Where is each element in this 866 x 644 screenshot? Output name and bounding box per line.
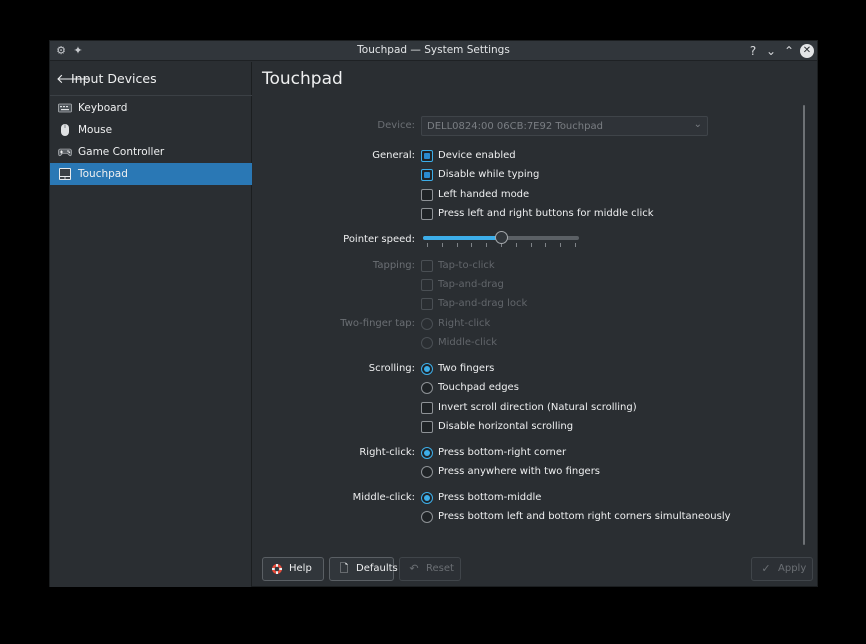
sidebar-item-label: Touchpad xyxy=(78,168,128,180)
scrolling-label: Scrolling: xyxy=(368,363,415,374)
middle-click-label: Middle-click: xyxy=(352,492,415,503)
pointer-speed-label: Pointer speed: xyxy=(343,234,415,245)
help-button-label: Help xyxy=(289,563,312,574)
device-label: Device: xyxy=(377,120,415,131)
option-label: Device enabled xyxy=(438,150,516,161)
checkmark-icon: ✓ xyxy=(761,562,771,575)
checkbox-box[interactable] xyxy=(421,189,433,201)
sidebar-item-label: Keyboard xyxy=(78,102,128,114)
slider-tick xyxy=(575,243,576,247)
slider-tick xyxy=(530,243,532,247)
slider-thumb[interactable] xyxy=(494,231,508,244)
sidebar-item-label: Mouse xyxy=(78,124,113,136)
defaults-button[interactable]: 🗋 Defaults xyxy=(329,557,398,581)
option-label: Press bottom-right corner xyxy=(438,447,567,458)
help-button[interactable]: Help xyxy=(262,557,324,581)
option-label: Touchpad edges xyxy=(438,382,519,393)
mouse-icon xyxy=(61,124,69,136)
checkbox-box[interactable] xyxy=(421,402,433,414)
radio-circle[interactable] xyxy=(421,511,433,523)
option-label: Two fingers xyxy=(438,363,495,374)
slider-tick xyxy=(515,243,517,247)
option-label: Press left and right buttons for middle … xyxy=(438,208,654,219)
chevron-down-icon: ⌄ xyxy=(693,119,702,130)
device-select-value: DELL0824:00 06CB:7E92 Touchpad xyxy=(427,121,603,132)
sidebar-item-keyboard[interactable]: Keyboard xyxy=(50,97,252,119)
option-label: Press anywhere with two fingers xyxy=(438,466,601,477)
radio-circle[interactable] xyxy=(421,337,433,349)
sidebar-header: 🡐 Input Devices xyxy=(50,62,252,96)
defaults-button-label: Defaults xyxy=(356,563,398,574)
radio-circle[interactable] xyxy=(421,492,433,504)
radio-circle[interactable] xyxy=(421,363,433,375)
scrollbar[interactable] xyxy=(803,105,805,545)
slider-tick xyxy=(545,243,547,247)
checkbox-box[interactable] xyxy=(421,169,433,181)
settings-window: ⚙ ✦ Touchpad — System Settings ? ⌄ ⌃ ✕ 🡐… xyxy=(49,40,818,587)
slider-tick xyxy=(471,243,473,247)
maximize-icon[interactable]: ⌃ xyxy=(782,44,796,58)
radio-circle[interactable] xyxy=(421,447,433,459)
option-label: Press bottom-middle xyxy=(438,492,542,503)
undo-icon: ↶ xyxy=(409,562,419,575)
page-title: Touchpad xyxy=(262,69,343,89)
option-label: Middle-click xyxy=(438,337,497,348)
option-label: Disable horizontal scrolling xyxy=(438,421,574,432)
sidebar-item-mouse[interactable]: Mouse xyxy=(50,119,252,141)
sidebar-item-touchpad[interactable]: Touchpad xyxy=(50,163,252,185)
option-label: Left handed mode xyxy=(438,189,530,200)
radio-circle[interactable] xyxy=(421,466,433,478)
radio-circle[interactable] xyxy=(421,382,433,394)
option-label: Right-click xyxy=(438,318,491,329)
main-content: Touchpad Device: DELL0824:00 06CB:7E92 T… xyxy=(253,62,818,587)
reset-button[interactable]: ↶ Reset xyxy=(399,557,461,581)
sidebar-item-label: Game Controller xyxy=(78,146,165,158)
option-label: Tap-and-drag xyxy=(438,279,504,290)
checkbox-box[interactable] xyxy=(421,260,433,272)
checkbox-box[interactable] xyxy=(421,279,433,291)
apply-button[interactable]: ✓ Apply xyxy=(751,557,813,581)
help-icon[interactable]: ? xyxy=(746,44,760,58)
sidebar-item-game-controller[interactable]: Game Controller xyxy=(50,141,252,163)
checkbox-box[interactable] xyxy=(421,208,433,220)
lifebuoy-icon xyxy=(271,563,283,575)
device-select[interactable]: DELL0824:00 06CB:7E92 Touchpad ⌄ xyxy=(421,116,708,136)
checkbox-box[interactable] xyxy=(421,421,433,433)
option-label: Tap-and-drag lock xyxy=(438,298,528,309)
checkbox-box[interactable] xyxy=(421,150,433,162)
slider-fill xyxy=(423,236,501,240)
gamepad-icon xyxy=(58,148,72,157)
keyboard-icon xyxy=(58,103,72,113)
option-label: Invert scroll direction (Natural scrolli… xyxy=(438,402,637,413)
tapping-label: Tapping: xyxy=(372,260,415,271)
slider-tick xyxy=(456,243,458,247)
radio-circle[interactable] xyxy=(421,318,433,330)
right-click-label: Right-click: xyxy=(359,447,415,458)
window-title: Touchpad — System Settings xyxy=(357,44,510,56)
minimize-icon[interactable]: ⌄ xyxy=(764,44,778,58)
slider-tick xyxy=(560,243,562,247)
checkbox-box[interactable] xyxy=(421,298,433,310)
sidebar: 🡐 Input Devices Keyboard Mouse Game Cont… xyxy=(50,62,252,587)
document-revert-icon: 🗋 xyxy=(339,562,349,575)
two-finger-tap-label: Two-finger tap: xyxy=(340,318,415,329)
touchpad-icon xyxy=(59,168,71,180)
pointer-speed-slider[interactable] xyxy=(421,229,581,249)
reset-button-label: Reset xyxy=(426,563,454,574)
general-label: General: xyxy=(372,150,415,161)
slider-tick xyxy=(427,243,428,247)
slider-tick xyxy=(486,243,488,247)
apply-button-label: Apply xyxy=(778,563,807,574)
slider-tick xyxy=(441,243,443,247)
option-label: Disable while typing xyxy=(438,169,540,180)
title-bar[interactable]: ⚙ ✦ Touchpad — System Settings ? ⌄ ⌃ ✕ xyxy=(50,41,817,61)
option-label: Press bottom left and bottom right corne… xyxy=(438,511,731,522)
close-icon[interactable]: ✕ xyxy=(800,44,814,58)
option-label: Tap-to-click xyxy=(438,260,495,271)
sidebar-heading: Input Devices xyxy=(71,71,157,86)
